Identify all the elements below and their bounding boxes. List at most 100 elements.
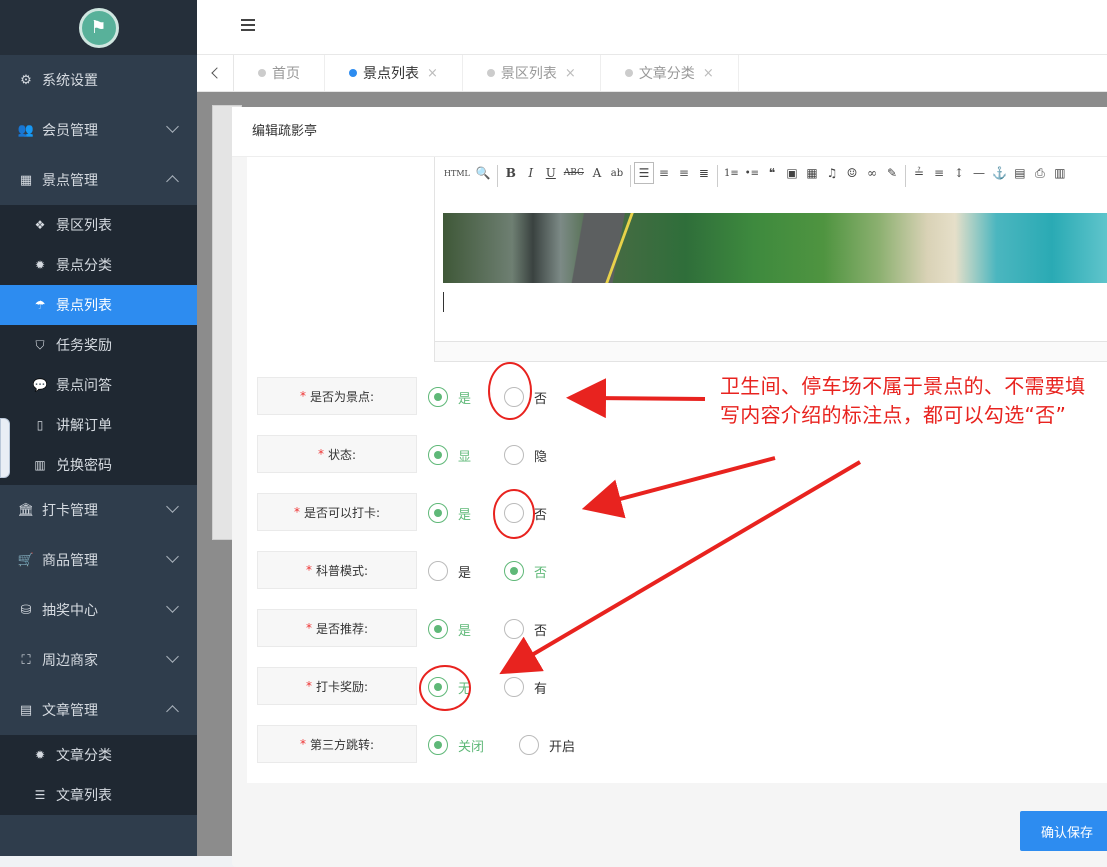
sidebar-item-spot-category[interactable]: ✹ 景点分类 bbox=[0, 245, 197, 285]
sidebar-item-spot-list[interactable]: ☂ 景点列表 bbox=[0, 285, 197, 325]
zoom-icon[interactable]: 🔍 bbox=[473, 162, 494, 184]
menu-article-management[interactable]: ▤ 文章管理 bbox=[0, 685, 197, 735]
tab-scenic-list[interactable]: 景区列表 × bbox=[463, 55, 601, 91]
radio-redirect-off[interactable]: 关闭 bbox=[428, 735, 484, 755]
sidebar-item-spot-qa[interactable]: 💬 景点问答 bbox=[0, 365, 197, 405]
radio-reward-none[interactable]: 无 bbox=[428, 677, 471, 697]
cart-icon: 🛒 bbox=[17, 552, 35, 568]
radio-is-spot-no[interactable]: 否 bbox=[504, 387, 547, 407]
line-height-icon[interactable]: ≟ bbox=[909, 162, 929, 184]
radio-redirect-on[interactable]: 开启 bbox=[519, 735, 575, 755]
bold-button[interactable]: B bbox=[501, 162, 521, 184]
tab-label: 首页 bbox=[272, 66, 300, 82]
tabs-back-button[interactable] bbox=[197, 55, 234, 91]
required-mark: * bbox=[305, 679, 312, 693]
eraser-icon[interactable]: ✎ bbox=[882, 162, 902, 184]
sub-label: 景点问答 bbox=[56, 378, 112, 394]
radio-label: 是 bbox=[458, 507, 472, 523]
menu-nearby-merchants[interactable]: ⛶ 周边商家 bbox=[0, 635, 197, 685]
label-text: 是否为景点: bbox=[309, 389, 375, 404]
tab-label: 景区列表 bbox=[500, 66, 557, 82]
italic-button[interactable]: I bbox=[521, 162, 541, 184]
sidebar-item-scenic-list[interactable]: ❖ 景区列表 bbox=[0, 205, 197, 245]
music-icon[interactable]: ♫ bbox=[822, 162, 842, 184]
menu-member-management[interactable]: 👥 会员管理 bbox=[0, 105, 197, 155]
html-source-button[interactable]: HTML bbox=[441, 162, 473, 184]
paragraph-icon[interactable]: ≡ bbox=[929, 162, 949, 184]
menu-goods-management[interactable]: 🛒 商品管理 bbox=[0, 535, 197, 585]
ordered-list-icon[interactable]: 1≡ bbox=[721, 162, 742, 184]
template-icon[interactable]: ▤ bbox=[1010, 162, 1030, 184]
strikethrough-button[interactable]: ABC bbox=[561, 162, 587, 184]
chevron-left-icon bbox=[211, 67, 223, 79]
floating-side-widget[interactable] bbox=[0, 418, 10, 478]
sub-label: 文章列表 bbox=[56, 788, 112, 804]
align-right-icon[interactable]: ≡ bbox=[674, 162, 694, 184]
field-label: * 打卡奖励: bbox=[257, 667, 417, 705]
gear-icon: ✹ bbox=[34, 258, 46, 272]
menu-spot-management[interactable]: ▦ 景点管理 bbox=[0, 155, 197, 205]
font-color-button[interactable]: A bbox=[587, 162, 607, 184]
tab-home[interactable]: 首页 bbox=[234, 55, 325, 91]
menu-toggle-icon[interactable] bbox=[241, 19, 255, 31]
align-justify-icon[interactable]: ≣ bbox=[694, 162, 714, 184]
radio-status-show[interactable]: 显 bbox=[428, 445, 471, 465]
menu-checkin-management[interactable]: 🏛 打卡管理 bbox=[0, 485, 197, 535]
radio-circle bbox=[504, 387, 524, 407]
sidebar-item-guide-order[interactable]: ▯ 讲解订单 bbox=[0, 405, 197, 445]
menu-label: 打卡管理 bbox=[42, 503, 98, 519]
radio-reward-yes[interactable]: 有 bbox=[504, 677, 547, 697]
emoji-icon[interactable]: ☺ bbox=[842, 162, 862, 184]
label-text: 是否推荐: bbox=[315, 621, 369, 636]
confirm-save-button[interactable]: 确认保存 bbox=[1020, 811, 1107, 851]
anchor-icon[interactable]: ⚓ bbox=[989, 162, 1010, 184]
unordered-list-icon[interactable]: •≡ bbox=[742, 162, 762, 184]
align-center-icon[interactable]: ≡ bbox=[654, 162, 674, 184]
chevron-down-icon bbox=[166, 550, 179, 563]
radio-circle bbox=[428, 677, 448, 697]
sidebar-item-task-reward[interactable]: ⛉ 任务奖励 bbox=[0, 325, 197, 365]
image-icon[interactable]: ▣ bbox=[782, 162, 802, 184]
underline-button[interactable]: U bbox=[541, 162, 561, 184]
form-row-science-mode: * 科普模式: bbox=[257, 551, 417, 589]
logo[interactable]: ⚑ bbox=[78, 7, 119, 48]
print-icon[interactable]: ⎙ bbox=[1030, 162, 1050, 184]
topbar bbox=[197, 0, 1107, 55]
logo-area: ⚑ bbox=[0, 0, 197, 55]
close-icon[interactable]: × bbox=[427, 66, 438, 81]
tab-spot-list[interactable]: 景点列表 × bbox=[325, 55, 463, 91]
close-icon[interactable]: × bbox=[703, 66, 714, 81]
sidebar-item-article-list[interactable]: ☰ 文章列表 bbox=[0, 775, 197, 815]
horizontal-rule-icon[interactable]: — bbox=[969, 162, 989, 184]
radio-recommend-no[interactable]: 否 bbox=[504, 619, 547, 639]
radio-recommend-yes[interactable]: 是 bbox=[428, 619, 471, 639]
sub-label: 景点分类 bbox=[56, 258, 112, 274]
sidebar: ⚑ ⚙ 系统设置 👥 会员管理 ▦ 景点管理 ❖ 景区列表 ✹ 景点分类 ☂ 景点列表… bbox=[0, 0, 197, 856]
menu-lottery-center[interactable]: ⛁ 抽奖中心 bbox=[0, 585, 197, 635]
radio-circle bbox=[428, 735, 448, 755]
radio-status-hide[interactable]: 隐 bbox=[504, 445, 547, 465]
tab-article-category[interactable]: 文章分类 × bbox=[601, 55, 739, 91]
paste-icon[interactable]: ▥ bbox=[1050, 162, 1070, 184]
align-left-icon[interactable]: ☰ bbox=[633, 162, 654, 184]
close-icon[interactable]: × bbox=[565, 66, 576, 81]
rich-text-editor[interactable]: HTML 🔍 B I U ABC A ab ☰ ≡ ≡ ≣ 1≡ •≡ ❝ ▣ … bbox=[434, 157, 1107, 362]
file-icon: ▯ bbox=[36, 418, 44, 432]
radio-science-yes[interactable]: 是 bbox=[428, 561, 471, 581]
radio-checkin-yes[interactable]: 是 bbox=[428, 503, 471, 523]
radio-is-spot-yes[interactable]: 是 bbox=[428, 387, 471, 407]
video-icon[interactable]: ▦ bbox=[802, 162, 822, 184]
sidebar-item-redeem-code[interactable]: ▥ 兑换密码 bbox=[0, 445, 197, 485]
radio-science-no[interactable]: 否 bbox=[504, 561, 547, 581]
menu-label: 系统设置 bbox=[42, 73, 98, 89]
radio-label: 无 bbox=[458, 681, 472, 697]
link-icon[interactable]: ∞ bbox=[862, 162, 882, 184]
spacing-icon[interactable]: ↕ bbox=[949, 162, 969, 184]
form-area: HTML 🔍 B I U ABC A ab ☰ ≡ ≡ ≣ 1≡ •≡ ❝ ▣ … bbox=[247, 157, 1107, 783]
menu-system-settings[interactable]: ⚙ 系统设置 bbox=[0, 55, 197, 105]
radio-checkin-no[interactable]: 否 bbox=[504, 503, 547, 523]
sidebar-item-article-category[interactable]: ✹ 文章分类 bbox=[0, 735, 197, 775]
blockquote-icon[interactable]: ❝ bbox=[762, 162, 782, 184]
chevron-up-icon bbox=[166, 175, 179, 188]
highlight-button[interactable]: ab bbox=[607, 162, 627, 184]
